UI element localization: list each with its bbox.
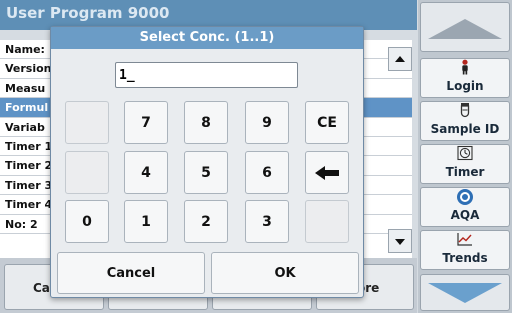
key-0[interactable]: 0: [65, 200, 109, 243]
key-ce[interactable]: CE: [305, 101, 349, 144]
timer-icon: [421, 145, 509, 165]
aqa-label: AQA: [450, 208, 480, 222]
trends-label: Trends: [442, 251, 488, 265]
key-2[interactable]: 2: [184, 200, 228, 243]
sidebar: Login Sample ID Timer AQA Trends: [418, 0, 512, 313]
key-9[interactable]: 9: [245, 101, 289, 144]
screen: User Program 9000 Name: Version Measu Fo…: [0, 0, 512, 313]
nav-up-button[interactable]: [420, 2, 510, 52]
key-7[interactable]: 7: [124, 101, 168, 144]
keypad-blank: [65, 101, 109, 144]
sample-id-button[interactable]: Sample ID: [420, 101, 510, 141]
key-8[interactable]: 8: [184, 101, 228, 144]
timer-label: Timer: [445, 165, 485, 179]
cancel-button[interactable]: Cancel: [57, 252, 205, 294]
key-5[interactable]: 5: [184, 151, 228, 194]
select-conc-dialog: Select Conc. (1..1) 1_ 7 8 9 CE 4 5 6 0 …: [50, 26, 364, 298]
aqa-icon: [421, 188, 509, 208]
dialog-title: Select Conc. (1..1): [51, 27, 363, 49]
keypad-blank: [65, 151, 109, 194]
sample-id-icon: [421, 102, 509, 122]
login-label: Login: [446, 79, 484, 93]
key-6[interactable]: 6: [245, 151, 289, 194]
nav-down-button[interactable]: [420, 274, 510, 311]
backspace-arrow-icon: [315, 165, 339, 180]
aqa-button[interactable]: AQA: [420, 187, 510, 227]
backspace-button[interactable]: [305, 151, 349, 194]
triangle-down-icon: [428, 283, 502, 303]
trends-icon: [421, 231, 509, 251]
keypad-blank: [305, 200, 349, 243]
person-icon: [421, 59, 509, 79]
conc-input[interactable]: 1_: [115, 62, 298, 88]
scroll-down-button[interactable]: [388, 229, 412, 253]
scroll-up-button[interactable]: [388, 47, 412, 71]
key-4[interactable]: 4: [124, 151, 168, 194]
sample-id-label: Sample ID: [430, 122, 500, 136]
arrow-down-icon: [395, 239, 405, 245]
ok-button[interactable]: OK: [211, 252, 359, 294]
key-1[interactable]: 1: [124, 200, 168, 243]
key-3[interactable]: 3: [245, 200, 289, 243]
triangle-up-icon: [428, 19, 502, 39]
timer-button[interactable]: Timer: [420, 144, 510, 184]
login-button[interactable]: Login: [420, 58, 510, 98]
trends-button[interactable]: Trends: [420, 230, 510, 270]
arrow-up-icon: [395, 56, 405, 62]
